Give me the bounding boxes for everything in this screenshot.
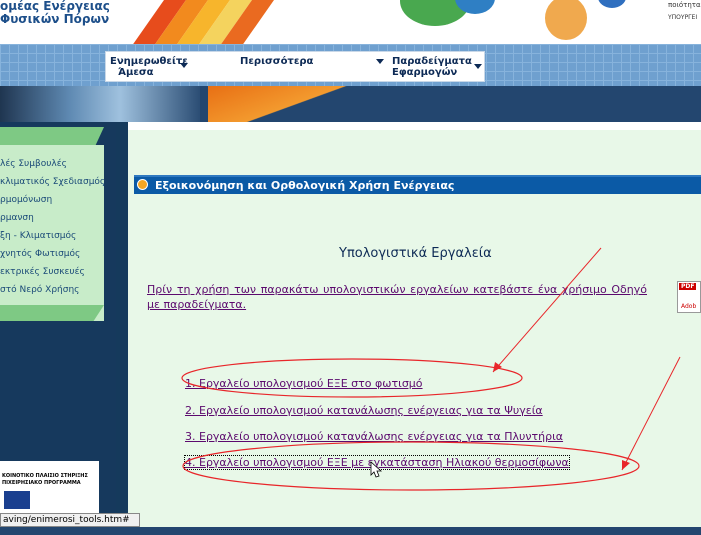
decor-figure-image bbox=[545, 0, 587, 40]
pdf-icon[interactable]: PDF Adob bbox=[677, 281, 701, 313]
tool-link-fridges[interactable]: 2. Εργαλείο υπολογισμού κατανάλωσης ενέρ… bbox=[185, 404, 543, 417]
menu-item-label: Ενημερωθείτε bbox=[110, 56, 188, 67]
top-menu: Ενημερωθείτε Άμεσα Περισσότερα Παραδείγμ… bbox=[105, 51, 485, 82]
sidebar-item[interactable]: εκτρικές Συσκευές bbox=[0, 267, 85, 278]
sidebar-item[interactable]: ξη - Κλιματισμός bbox=[0, 231, 76, 242]
chevron-down-icon[interactable] bbox=[376, 59, 384, 64]
header-orange-accent bbox=[208, 86, 358, 122]
eu-banner-text: ΚΟΙΝΟΤΙΚΟ ΠΛΑΙΣΙΟ ΣΤΗΡΙΞΗΣ ΠΙΧΕΙΡΗΣΙΑΚΟ … bbox=[0, 461, 99, 487]
sidebar-top-edge bbox=[0, 127, 104, 145]
menu-item-examples[interactable]: Παραδείγματα Εφαρμογών bbox=[392, 56, 472, 78]
eu-banner-line: ΚΟΙΝΟΤΙΚΟ ΠΛΑΙΣΙΟ ΣΤΗΡΙΞΗΣ bbox=[2, 473, 88, 479]
sidebar-nav: λές Συμβουλές κλιματικός Σχεδιασμός ρμομ… bbox=[0, 127, 105, 321]
header-photo bbox=[0, 86, 200, 122]
sidebar-item[interactable]: ρμανση bbox=[0, 213, 34, 224]
menu-item-label: Εφαρμογών bbox=[392, 67, 458, 78]
site-header-banner: ομέας Ενέργειας Φυσικών Πόρων ποιότητα Υ… bbox=[0, 0, 701, 44]
page-heading: Υπολογιστικά Εργαλεία bbox=[339, 246, 492, 261]
sidebar-bottom-edge bbox=[0, 305, 104, 321]
menu-item-more[interactable]: Περισσότερα bbox=[240, 56, 313, 67]
browser-viewport: ομέας Ενέργειας Φυσικών Πόρων ποιότητα Υ… bbox=[0, 0, 701, 535]
section-title: Εξοικονόμηση και Ορθολογική Χρήση Ενέργε… bbox=[155, 179, 455, 192]
sidebar-item[interactable]: λές Συμβουλές bbox=[0, 159, 67, 170]
decor-blue-circle bbox=[598, 0, 626, 8]
pdf-icon-label: PDF bbox=[679, 283, 697, 290]
org-name-line2: Φυσικών Πόρων bbox=[0, 12, 110, 26]
tool-link-washers[interactable]: 3. Εργαλείο υπολογισμού κατανάλωσης ενέρ… bbox=[185, 430, 563, 443]
guide-link[interactable]: Πρίν τη χρήση των παρακάτω υπολογιστικών… bbox=[147, 282, 647, 312]
header-tagline: ποιότητα bbox=[668, 1, 701, 9]
menu-item-inform[interactable]: Ενημερωθείτε Άμεσα bbox=[110, 56, 188, 78]
window-bottom-bar bbox=[0, 527, 701, 535]
status-bar-url: aving/enimerosi_tools.htm# bbox=[0, 513, 140, 527]
org-name: ομέας Ενέργειας Φυσικών Πόρων bbox=[0, 0, 110, 26]
tool-link-lighting[interactable]: 1. Εργαλείο υπολογισμού ΕΞΕ στο φωτισμό bbox=[185, 377, 423, 390]
chevron-down-icon[interactable] bbox=[474, 64, 482, 69]
chevron-down-icon[interactable] bbox=[180, 63, 188, 68]
sidebar-item[interactable]: κλιματικός Σχεδιασμός bbox=[0, 177, 105, 188]
content-top-band bbox=[128, 122, 701, 130]
section-title-bar: Εξοικονόμηση και Ορθολογική Χρήση Ενέργε… bbox=[134, 175, 701, 194]
sidebar-item[interactable]: ρμομόνωση bbox=[0, 195, 52, 206]
tool-link-solar-heater[interactable]: 4. Εργαλείο υπολογισμού ΕΞΕ με εγκατάστα… bbox=[184, 455, 570, 470]
eu-funding-banner[interactable]: ΚΟΙΝΟΤΙΚΟ ΠΛΑΙΣΙΟ ΣΤΗΡΙΞΗΣ ΠΙΧΕΙΡΗΣΙΑΚΟ … bbox=[0, 461, 99, 519]
menu-item-label: Παραδείγματα bbox=[392, 56, 472, 67]
sidebar-item[interactable]: στό Νερό Χρήσης bbox=[0, 285, 79, 296]
pdf-icon-brand: Adob bbox=[681, 303, 697, 310]
eu-flag-icon bbox=[4, 491, 30, 509]
ministry-label: ΥΠΟΥΡΓΕΙ bbox=[668, 14, 698, 21]
eu-banner-line: ΠΙΧΕΙΡΗΣΙΑΚΟ ΠΡΟΓΡΑΜΜΑ bbox=[2, 480, 81, 486]
bullet-icon bbox=[137, 179, 148, 190]
menu-item-label: Περισσότερα bbox=[240, 56, 314, 67]
menu-item-label: Άμεσα bbox=[118, 67, 154, 78]
sidebar-item[interactable]: χνητός Φωτισμός bbox=[0, 249, 80, 260]
